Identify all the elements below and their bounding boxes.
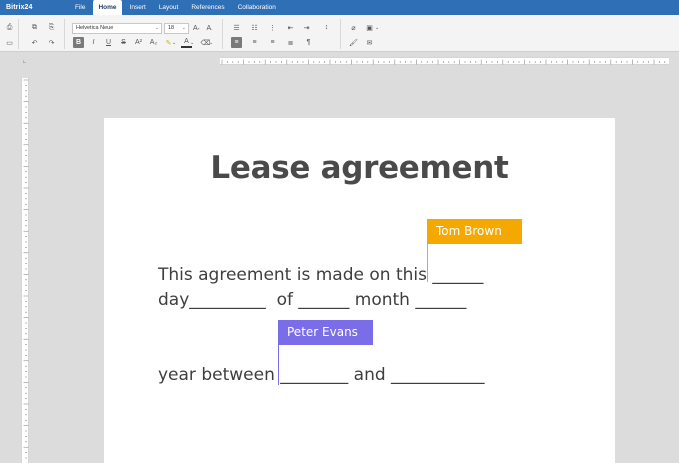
document-title[interactable]: Lease agreement — [104, 150, 615, 186]
document-line-1[interactable]: This agreement is made on this ______ — [158, 265, 483, 285]
font-family-select[interactable]: Helvetica Neue ⌄ — [72, 23, 162, 34]
collaborator-cursor-label: Peter Evans — [278, 320, 373, 345]
underline-icon[interactable]: U — [103, 37, 114, 48]
subscript-icon[interactable]: A₂ — [148, 37, 159, 48]
document-line-3[interactable]: year between ________ and ___________ — [158, 365, 485, 385]
undo-icon[interactable]: ↶ — [29, 37, 40, 48]
font-size-value: 18 — [168, 25, 175, 31]
menu-tab-file[interactable]: File — [70, 0, 90, 15]
menu-tab-layout[interactable]: Layout — [154, 0, 184, 15]
print-icon[interactable]: ⎙ — [4, 22, 15, 33]
multilevel-icon[interactable]: ⋮ — [267, 22, 278, 33]
menu-bar: Bitrix24 File Home Insert Layout Referen… — [0, 0, 679, 15]
bullets-icon[interactable]: ☰ — [231, 22, 242, 33]
document-page[interactable]: Lease agreement This agreement is made o… — [104, 118, 615, 463]
save-small-icon[interactable]: ▭ — [4, 37, 15, 48]
chevron-down-icon[interactable]: ⌄ — [190, 37, 194, 48]
italic-icon[interactable]: I — [88, 37, 99, 48]
copy-icon[interactable]: ⧉ — [29, 22, 40, 33]
justify-icon[interactable]: ≣ — [285, 37, 296, 48]
indent-increase-icon[interactable]: ⇥ — [301, 22, 312, 33]
mail-icon[interactable]: ✉ — [364, 37, 375, 48]
vertical-ruler[interactable] — [21, 78, 29, 463]
shrink-font-icon[interactable]: A- — [204, 23, 215, 34]
indent-decrease-icon[interactable]: ⇤ — [285, 22, 296, 33]
save-icon[interactable]: ▣ — [364, 22, 375, 33]
chevron-down-icon[interactable]: ⌄ — [375, 22, 379, 33]
menu-tab-home[interactable]: Home — [93, 0, 122, 15]
app-brand: Bitrix24 — [6, 4, 33, 11]
collaborator-cursor-label: Tom Brown — [427, 219, 522, 244]
chevron-down-icon[interactable]: ⌄ — [172, 37, 176, 48]
document-line-2[interactable]: day_________ of ______ month ______ — [158, 290, 466, 310]
ruler-ticks — [23, 79, 29, 459]
bold-icon[interactable]: B — [73, 37, 84, 48]
align-center-icon[interactable]: ≡ — [249, 37, 260, 48]
chevron-down-icon[interactable]: ⌄ — [209, 37, 213, 48]
collaborator-caret — [427, 244, 428, 282]
line-spacing-icon[interactable]: ↕ — [321, 22, 332, 33]
chevron-down-icon: ⌄ — [181, 25, 186, 31]
format-painter-icon[interactable]: 🖌 — [348, 37, 359, 48]
collaborator-caret — [278, 345, 279, 385]
horizontal-ruler[interactable] — [220, 57, 669, 65]
grow-font-icon[interactable]: A + — [191, 23, 202, 34]
ruler-ticks — [221, 59, 666, 65]
align-right-icon[interactable]: ≡ — [267, 37, 278, 48]
numbering-icon[interactable]: ☷ — [249, 22, 260, 33]
font-size-select[interactable]: 18 ⌄ — [164, 23, 189, 34]
font-family-value: Helvetica Neue — [76, 25, 114, 31]
menu-tab-collaboration[interactable]: Collaboration — [233, 0, 281, 15]
paste-icon[interactable]: ⎘ — [46, 22, 57, 33]
tab-stop-selector[interactable]: ∟ — [21, 59, 28, 66]
menu-tab-references[interactable]: References — [186, 0, 229, 15]
align-left-icon[interactable]: ≡ — [231, 37, 242, 48]
chevron-down-icon: ⌄ — [154, 25, 159, 31]
ribbon-toolbar: ⎙ ▭ ⧉ ⎘ ↶ ↷ Helvetica Neue ⌄ 18 ⌄ A + A- … — [0, 15, 679, 52]
eraser-icon[interactable]: ⌀ — [348, 22, 359, 33]
redo-icon[interactable]: ↷ — [46, 37, 57, 48]
superscript-icon[interactable]: A² — [133, 37, 144, 48]
paragraph-icon[interactable]: ¶ — [303, 37, 314, 48]
strikethrough-icon[interactable]: S — [118, 37, 129, 48]
menu-tab-insert[interactable]: Insert — [125, 0, 151, 15]
